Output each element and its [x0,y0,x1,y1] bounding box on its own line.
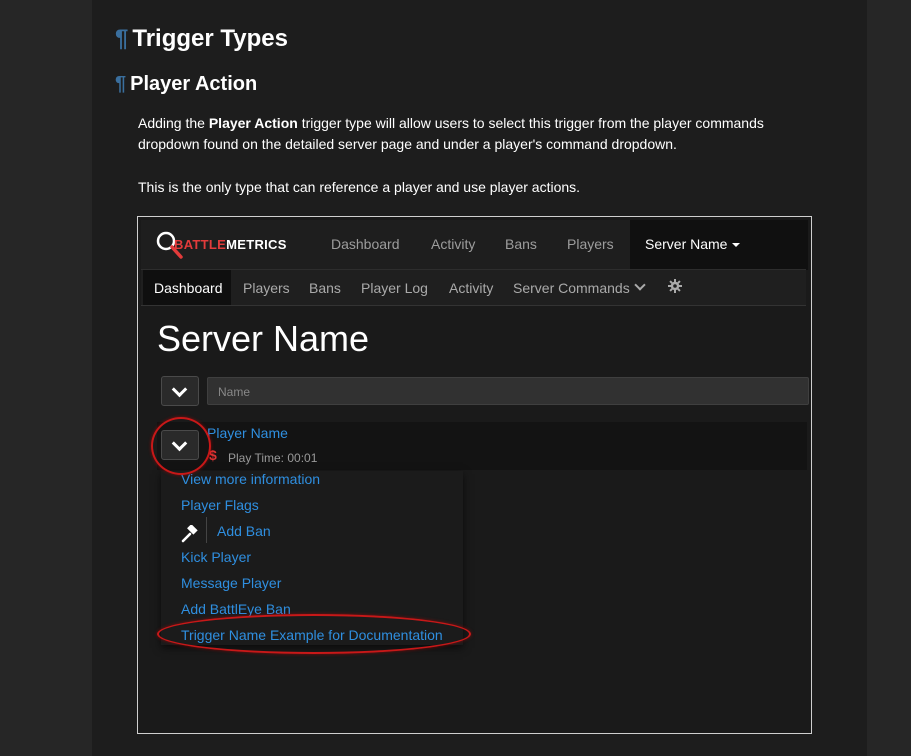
top-navbar: BATTLEMETRICS Dashboard Activity Bans Pl… [141,220,808,270]
caret-down-icon [732,243,740,247]
server-title: Server Name [157,318,370,359]
expand-all-button[interactable] [161,376,199,406]
para-bold: Player Action [208,115,298,131]
logo-part2: METRICS [226,237,287,252]
chevron-down-icon [171,381,188,398]
menu-message-player[interactable]: Message Player [181,575,281,591]
menu-player-flags[interactable]: Player Flags [181,497,259,513]
subnav-players[interactable]: Players [243,280,290,296]
paragraph-description: Adding the Player Action trigger type wi… [138,113,798,155]
menu-view-more-information[interactable]: View more information [181,471,320,487]
divider [206,517,207,543]
subnav-server-commands[interactable]: Server Commands [513,280,630,296]
subnav-player-log[interactable]: Player Log [361,280,428,296]
pilcrow-icon[interactable]: ¶ [115,25,128,52]
pilcrow-icon[interactable]: ¶ [115,73,126,95]
brand-logo[interactable]: BATTLEMETRICS [174,237,287,252]
subnav-label: Dashboard [154,280,223,296]
hammer-icon[interactable] [181,525,199,543]
gear-icon[interactable] [668,279,682,293]
nav-server-label: Server Name [645,236,728,252]
nav-activity[interactable]: Activity [431,236,475,252]
play-time: Play Time: 00:01 [228,451,318,465]
chevron-down-icon[interactable] [634,279,646,291]
menu-add-ban[interactable]: Add Ban [217,523,271,539]
heading-text: Player Action [130,73,258,95]
paragraph-note: This is the only type that can reference… [138,179,581,195]
nav-players[interactable]: Players [567,236,614,252]
heading-text: Trigger Types [132,25,288,52]
example-screenshot: BATTLEMETRICS Dashboard Activity Bans Pl… [137,216,812,734]
subnav-activity[interactable]: Activity [449,280,493,296]
highlight-ring-button [151,417,211,475]
subnav-bans[interactable]: Bans [309,280,341,296]
highlight-ring-trigger [157,614,471,654]
player-search-input[interactable]: Name [207,377,809,405]
heading-trigger-types: ¶ Trigger Types [115,25,288,53]
nav-server-dropdown[interactable]: Server Name [630,220,808,270]
nav-bans[interactable]: Bans [505,236,537,252]
subnav-dashboard[interactable]: Dashboard [143,270,231,305]
nav-dashboard[interactable]: Dashboard [331,236,400,252]
menu-kick-player[interactable]: Kick Player [181,549,251,565]
search-placeholder: Name [218,385,251,399]
player-name-link[interactable]: Player Name [207,425,288,441]
logo-part1: BATTLE [174,237,227,252]
para-text: Adding the [138,115,209,131]
heading-player-action: ¶ Player Action [115,73,257,96]
server-subnav: Dashboard Players Bans Player Log Activi… [141,269,806,306]
